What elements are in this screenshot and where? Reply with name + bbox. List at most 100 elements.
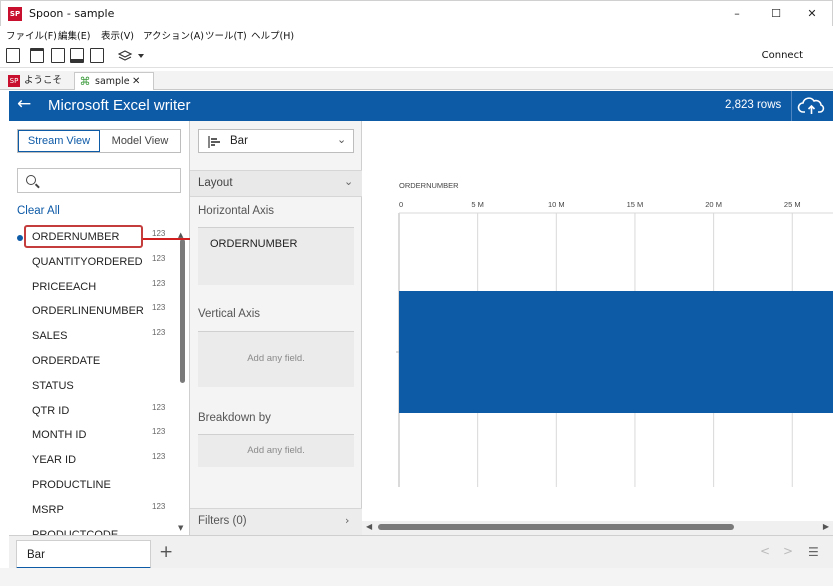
field-item[interactable]: QUANTITYORDERED: [32, 256, 143, 268]
field-item[interactable]: MSRP: [32, 504, 64, 516]
bar-chart-icon: [208, 136, 220, 148]
horizontal-axis-label: Horizontal Axis: [198, 205, 275, 217]
connect-button[interactable]: Connect: [762, 50, 803, 61]
tab-sample[interactable]: ⌘ sample ✕: [74, 72, 154, 90]
x-tick-label: 15 M: [627, 200, 644, 209]
selected-field-dot: [17, 235, 23, 241]
close-tab-icon[interactable]: ✕: [132, 73, 140, 90]
chart-type-value: Bar: [230, 135, 248, 147]
field-item[interactable]: SALES: [32, 330, 67, 342]
horizontal-axis-field[interactable]: ORDERNUMBER: [210, 238, 297, 250]
field-item[interactable]: YEAR ID: [32, 454, 76, 466]
chevron-down-icon: ⌄: [337, 133, 347, 146]
menu-edit[interactable]: 編集(E): [58, 28, 90, 42]
tab-sample-label: sample: [95, 76, 130, 87]
explore-repository-icon[interactable]: [51, 48, 65, 63]
close-window-button[interactable]: ✕: [802, 5, 822, 23]
breakdown-label: Breakdown by: [198, 412, 271, 424]
field-list-panel: Stream View Model View Clear All ▲ ▼ ORD…: [9, 121, 190, 535]
numeric-type-icon: 123: [152, 402, 166, 412]
field-item[interactable]: QTR ID: [32, 405, 69, 417]
menu-file[interactable]: ファイル(F): [6, 28, 57, 42]
tab-welcome-label: ようこそ: [24, 75, 63, 86]
new-file-icon[interactable]: [6, 48, 20, 63]
window-title: Spoon - sample: [29, 7, 115, 20]
visualization-tabs-bar: Bar + < > ☰: [9, 535, 833, 569]
tab-welcome[interactable]: SP ようこそ: [4, 72, 74, 90]
chart-type-select[interactable]: Bar ⌄: [198, 129, 354, 153]
field-item[interactable]: ORDERDATE: [32, 355, 100, 367]
perspective-layers-icon[interactable]: [118, 49, 146, 63]
breakdown-drop-zone[interactable]: Add any field.: [198, 434, 354, 467]
x-tick-label: 20 M: [705, 200, 722, 209]
bar-chart: ORDERNUMBER 0 5 M 10 M 15 M 20 M 25 M: [396, 181, 833, 487]
field-item[interactable]: PRICEEACH: [32, 281, 96, 293]
vertical-axis-label: Vertical Axis: [198, 308, 260, 320]
chevron-right-icon: ›: [345, 514, 350, 527]
x-axis-title: ORDERNUMBER: [399, 181, 459, 190]
breakdown-hint: Add any field.: [247, 445, 305, 456]
collapse-chevron-icon: ⌄: [344, 175, 354, 188]
next-tab-button[interactable]: >: [783, 544, 793, 558]
menu-bar: ファイル(F) 編集(E) 表示(V) アクション(A) ツール(T) ヘルプ(…: [0, 26, 833, 43]
chart-scroll-thumb[interactable]: [378, 524, 734, 530]
horizontal-axis-drop-zone[interactable]: ORDERNUMBER: [198, 227, 354, 285]
header-divider: [791, 91, 792, 121]
numeric-type-icon: 123: [152, 452, 166, 462]
transformation-icon: ⌘: [79, 75, 91, 88]
x-tick-label: 10 M: [548, 200, 565, 209]
step-title: Microsoft Excel writer: [48, 97, 191, 114]
file-tabs: SP ようこそ ⌘ sample ✕: [0, 71, 833, 90]
field-item[interactable]: STATUS: [32, 380, 74, 392]
save-icon[interactable]: [70, 48, 84, 63]
layout-label: Layout: [198, 177, 233, 189]
open-file-icon[interactable]: [30, 48, 44, 63]
numeric-type-icon: 123: [152, 278, 166, 288]
row-count: 2,823 rows: [725, 99, 782, 111]
menu-view[interactable]: 表示(V): [101, 28, 134, 42]
field-item[interactable]: ORDERLINENUMBER: [32, 305, 144, 317]
layout-section-header[interactable]: Layout ⌄: [190, 170, 362, 197]
bar[interactable]: [399, 291, 833, 413]
list-icon[interactable]: ☰: [808, 545, 819, 559]
back-arrow-icon[interactable]: ←: [17, 94, 31, 114]
x-tick-label: 5 M: [471, 200, 484, 209]
stream-view-tab[interactable]: Stream View: [18, 130, 100, 152]
maximize-button[interactable]: ☐: [766, 5, 786, 23]
clear-all-link[interactable]: Clear All: [17, 205, 60, 217]
chart-panel: ORDERNUMBER 0 5 M 10 M 15 M 20 M 25 M ◀ ▶: [362, 121, 833, 535]
cloud-upload-icon[interactable]: [797, 95, 827, 117]
numeric-type-icon: 123: [152, 328, 166, 338]
field-item[interactable]: PRODUCTLINE: [32, 479, 111, 491]
tab-bar-visualization[interactable]: Bar: [16, 540, 151, 569]
field-search-input[interactable]: [17, 168, 181, 193]
field-list-scroll-thumb[interactable]: [180, 239, 185, 383]
filters-label: Filters (0): [198, 515, 247, 527]
layout-panel: Bar ⌄ Layout ⌄ Horizontal Axis ORDERNUMB…: [190, 121, 362, 535]
scroll-down-arrow[interactable]: ▼: [178, 524, 183, 532]
prev-tab-button[interactable]: <: [760, 544, 770, 558]
menu-tools[interactable]: ツール(T): [205, 28, 247, 42]
spoon-icon: SP: [8, 75, 20, 87]
field-item[interactable]: ORDERNUMBER: [32, 231, 119, 243]
spoon-app-icon: SP: [8, 7, 22, 21]
add-tab-button[interactable]: +: [159, 542, 173, 562]
menu-help[interactable]: ヘルプ(H): [251, 28, 294, 42]
x-tick-label: 25 M: [784, 200, 801, 209]
window-title-bar: SP Spoon - sample – ☐ ✕: [0, 0, 833, 26]
scroll-left-arrow[interactable]: ◀: [366, 522, 372, 531]
vertical-axis-drop-zone[interactable]: Add any field.: [198, 331, 354, 387]
save-as-icon[interactable]: [90, 48, 104, 63]
status-bar: [0, 568, 833, 586]
tab-bar-label: Bar: [27, 549, 45, 561]
field-item[interactable]: MONTH ID: [32, 429, 86, 441]
numeric-type-icon: 123: [152, 303, 166, 313]
scroll-right-arrow[interactable]: ▶: [823, 522, 829, 531]
x-tick-label: 0: [399, 200, 403, 209]
model-view-tab[interactable]: Model View: [100, 130, 180, 152]
filters-section[interactable]: Filters (0) ›: [190, 508, 362, 535]
minimize-button[interactable]: –: [727, 5, 747, 23]
menu-action[interactable]: アクション(A): [143, 28, 204, 42]
numeric-type-icon: 123: [152, 501, 166, 511]
step-header: ← Microsoft Excel writer 2,823 rows: [9, 91, 833, 121]
